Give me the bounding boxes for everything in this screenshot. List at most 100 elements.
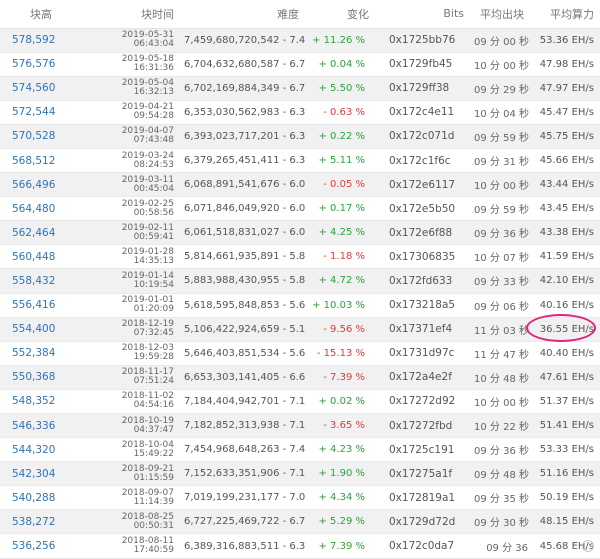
table-row[interactable]: 570,528 2019-04-07 07:43:48 6,393,023,717,2… xyxy=(0,124,600,149)
difficulty-value: 7,184,404,942,701 - 7.18 T xyxy=(180,389,305,415)
block-height-link[interactable]: 574,560 xyxy=(0,76,100,101)
block-height-link[interactable]: 556,416 xyxy=(0,293,100,318)
watermark xyxy=(582,540,594,552)
difficulty-change: - 0.63 % xyxy=(305,100,375,125)
bits-value: 0x172c4e11 xyxy=(375,100,470,125)
table-row[interactable]: 550,368 2018-11-17 07:51:24 6,653,303,141,4… xyxy=(0,365,600,390)
table-row[interactable]: 564,480 2019-02-25 00:58:56 6,071,846,049,9… xyxy=(0,196,600,222)
avg-hashrate: 50.19 EH/s xyxy=(530,485,600,511)
table-row[interactable]: 576,576 2019-05-18 16:31:36 6,704,632,680,5… xyxy=(0,52,600,77)
difficulty-change: + 5.11 % xyxy=(305,148,375,174)
block-time: 2019-01-28 14:35:13 xyxy=(100,244,180,270)
block-height-link[interactable]: 564,480 xyxy=(0,196,100,222)
watermark-logo-icon xyxy=(582,540,594,552)
header-bits[interactable]: Bits xyxy=(375,0,470,29)
block-height-link[interactable]: 542,304 xyxy=(0,461,100,487)
block-height-link[interactable]: 578,592 xyxy=(0,28,100,53)
block-time: 2018-08-25 00:50:31 xyxy=(100,509,180,535)
block-time: 2019-01-14 10:19:54 xyxy=(100,268,180,294)
block-clock: 00:50:31 xyxy=(133,520,174,531)
block-time: 2019-03-24 08:24:53 xyxy=(100,148,180,174)
block-height-link[interactable]: 550,368 xyxy=(0,365,100,390)
header-height[interactable]: 块高 xyxy=(0,0,100,29)
difficulty-value: 5,814,661,935,891 - 5.81 T xyxy=(180,244,305,270)
avg-hashrate: 36.55 EH/s xyxy=(530,317,600,342)
avg-block-time: 09 分 35 秒 xyxy=(470,485,530,511)
difficulty-value: 6,727,225,469,722 - 6.73 T xyxy=(180,509,305,535)
block-height-link[interactable]: 576,576 xyxy=(0,52,100,77)
bits-value: 0x172fd633 xyxy=(375,268,470,294)
table-row[interactable]: 538,272 2018-08-25 00:50:31 6,727,225,469,7… xyxy=(0,509,600,535)
table-row[interactable]: 546,336 2018-10-19 04:37:47 7,182,852,313,9… xyxy=(0,413,600,439)
difficulty-change: + 4.72 % xyxy=(305,268,375,294)
block-clock: 01:15:59 xyxy=(133,472,174,483)
difficulty-change: + 0.17 % xyxy=(305,196,375,222)
difficulty-change: + 0.04 % xyxy=(305,52,375,77)
block-height-link[interactable]: 560,448 xyxy=(0,244,100,270)
block-clock: 16:32:13 xyxy=(133,87,174,98)
table-header-row: 块高 块时间 难度 变化 Bits 平均出块 平均算力 xyxy=(0,0,600,29)
block-height-link[interactable]: 552,384 xyxy=(0,341,100,366)
header-avg-time[interactable]: 平均出块 xyxy=(470,0,530,29)
avg-block-time: 11 分 47 秒 xyxy=(470,341,530,366)
header-difficulty[interactable]: 难度 xyxy=(180,0,305,29)
block-time: 2019-04-07 07:43:48 xyxy=(100,124,180,149)
block-height-link[interactable]: 538,272 xyxy=(0,509,100,535)
block-height-link[interactable]: 548,352 xyxy=(0,389,100,415)
table-row[interactable]: 544,320 2018-10-04 15:49:22 7,454,968,648,2… xyxy=(0,437,600,463)
block-height-link[interactable]: 546,336 xyxy=(0,413,100,439)
table-row[interactable]: 566,496 2019-03-11 00:45:04 6,068,891,541,6… xyxy=(0,172,600,198)
block-height-link[interactable]: 558,432 xyxy=(0,268,100,294)
header-time[interactable]: 块时间 xyxy=(100,0,180,29)
block-clock: 10:19:54 xyxy=(133,279,174,290)
block-height-link[interactable]: 570,528 xyxy=(0,124,100,149)
table-row[interactable]: 540,288 2018-09-07 11:14:39 7,019,199,231,1… xyxy=(0,485,600,511)
table-row[interactable]: 548,352 2018-11-02 04:54:16 7,184,404,942,7… xyxy=(0,389,600,415)
block-height-link[interactable]: 566,496 xyxy=(0,172,100,198)
table-row[interactable]: 578,592 2019-05-31 06:43:04 7,459,680,720,5… xyxy=(0,28,600,53)
difficulty-change: + 4.25 % xyxy=(305,220,375,246)
block-height-link[interactable]: 536,256 xyxy=(0,533,100,559)
block-height-link[interactable]: 568,512 xyxy=(0,148,100,174)
block-time: 2018-12-03 19:59:28 xyxy=(100,341,180,366)
block-height-link[interactable]: 544,320 xyxy=(0,437,100,463)
table-row[interactable]: 574,560 2019-05-04 16:32:13 6,702,169,884,3… xyxy=(0,76,600,101)
table-row[interactable]: 536,256 2018-08-11 17:40:59 6,389,316,883,5… xyxy=(0,533,600,559)
header-avg-hashrate[interactable]: 平均算力 xyxy=(530,0,600,29)
difficulty-value: 6,393,023,717,201 - 6.39 T xyxy=(180,124,305,149)
bits-value: 0x17275a1f xyxy=(375,461,470,487)
table-row[interactable]: 568,512 2019-03-24 08:24:53 6,379,265,451,4… xyxy=(0,148,600,174)
difficulty-value: 5,883,988,430,955 - 5.88 T xyxy=(180,268,305,294)
block-time: 2019-02-25 00:58:56 xyxy=(100,196,180,222)
block-height-link[interactable]: 554,400 xyxy=(0,317,100,342)
avg-hashrate: 51.41 EH/s xyxy=(530,413,600,439)
block-time: 2019-04-21 09:54:28 xyxy=(100,100,180,125)
bits-value: 0x172c0da7 xyxy=(375,533,470,559)
difficulty-change: - 0.05 % xyxy=(305,172,375,198)
avg-hashrate: 53.36 EH/s xyxy=(530,28,600,53)
table-row[interactable]: 572,544 2019-04-21 09:54:28 6,353,030,562,9… xyxy=(0,100,600,125)
block-height-link[interactable]: 572,544 xyxy=(0,100,100,125)
difficulty-value: 6,389,316,883,511 - 6.39 T xyxy=(180,533,305,559)
block-height-link[interactable]: 562,464 xyxy=(0,220,100,246)
bits-value: 0x17272fbd xyxy=(375,413,470,439)
difficulty-change: - 9.56 % xyxy=(305,317,375,342)
table-row[interactable]: 560,448 2019-01-28 14:35:13 5,814,661,935,8… xyxy=(0,244,600,270)
table-row[interactable]: 558,432 2019-01-14 10:19:54 5,883,988,430,9… xyxy=(0,268,600,294)
header-change[interactable]: 变化 xyxy=(305,0,375,29)
avg-block-time: 10 分 04 秒 xyxy=(470,100,530,125)
table-row[interactable]: 542,304 2018-09-21 01:15:59 7,152,633,351,9… xyxy=(0,461,600,487)
table-row[interactable]: 552,384 2018-12-03 19:59:28 5,646,403,851,5… xyxy=(0,341,600,366)
bits-value: 0x17272d92 xyxy=(375,389,470,415)
table-row[interactable]: 556,416 2019-01-01 01:20:09 5,618,595,848,8… xyxy=(0,293,600,318)
block-clock: 04:37:47 xyxy=(133,424,174,435)
avg-block-time: 09 分 59 秒 xyxy=(470,124,530,149)
block-time: 2019-05-31 06:43:04 xyxy=(100,28,180,53)
block-height-link[interactable]: 540,288 xyxy=(0,485,100,511)
difficulty-change: - 1.18 % xyxy=(305,244,375,270)
difficulty-change: + 5.29 % xyxy=(305,509,375,535)
difficulty-change: + 4.34 % xyxy=(305,485,375,511)
difficulty-value: 7,152,633,351,906 - 7.15 T xyxy=(180,461,305,487)
table-row[interactable]: 562,464 2019-02-11 00:59:41 6,061,518,831,0… xyxy=(0,220,600,246)
table-row[interactable]: 554,400 2018-12-19 07:32:45 5,106,422,924,6… xyxy=(0,317,600,342)
